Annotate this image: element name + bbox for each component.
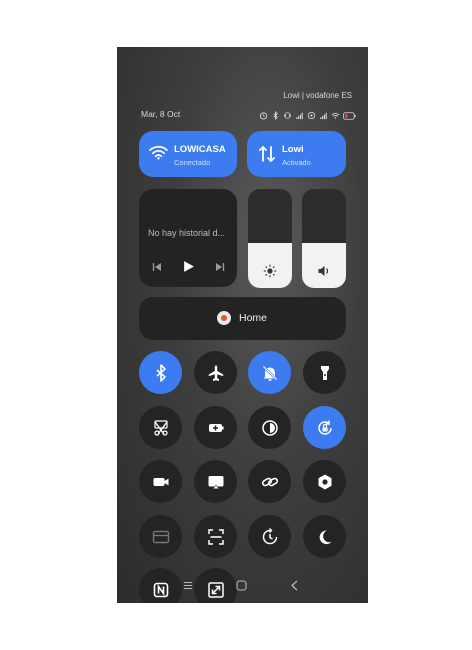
battery-saver-toggle[interactable] xyxy=(194,406,237,449)
airplane-toggle[interactable] xyxy=(194,351,237,394)
airplane-icon xyxy=(208,365,223,381)
settings-toggle[interactable] xyxy=(303,460,346,503)
flashlight-icon xyxy=(320,365,329,380)
settings-icon xyxy=(318,474,331,489)
card-toggle[interactable] xyxy=(139,515,182,558)
date-label: Mar, 8 Oct xyxy=(141,109,181,119)
video-icon xyxy=(153,477,168,486)
bluetooth-status-icon xyxy=(271,107,280,121)
home-label: Home xyxy=(239,312,268,324)
screenshot-icon xyxy=(153,419,168,436)
sync-toggle[interactable] xyxy=(248,515,291,558)
cast-toggle[interactable] xyxy=(194,460,237,503)
silent-toggle[interactable] xyxy=(248,351,291,394)
hotspot-icon xyxy=(307,107,316,120)
battery-saver-icon xyxy=(208,423,224,432)
home-nav-icon[interactable] xyxy=(236,580,247,591)
night-mode-icon xyxy=(319,529,331,544)
screenshot-toggle[interactable] xyxy=(139,406,182,449)
signal-icon xyxy=(319,107,328,120)
brightness-slider[interactable] xyxy=(248,189,292,288)
rotation-lock-toggle[interactable] xyxy=(303,406,346,449)
wifi-icon xyxy=(149,145,168,160)
signal-icon xyxy=(295,107,304,120)
dark-contrast-toggle[interactable] xyxy=(248,406,291,449)
sun-icon xyxy=(263,264,277,278)
bluetooth-toggle[interactable] xyxy=(139,351,182,394)
volume-slider[interactable] xyxy=(302,189,346,288)
home-tile[interactable]: Home xyxy=(139,297,346,340)
back-icon[interactable] xyxy=(290,580,299,591)
silent-icon xyxy=(262,365,277,381)
cast-icon xyxy=(208,475,223,488)
control-center-screen: Lowi | vodafone ES Mar, 8 Oct LOWICASA C… xyxy=(117,47,368,603)
battery-icon xyxy=(343,107,356,120)
dark-contrast-icon xyxy=(261,419,278,436)
card-icon xyxy=(152,530,169,543)
flashlight-toggle[interactable] xyxy=(303,351,346,394)
scan-toggle[interactable] xyxy=(194,515,237,558)
data-status-text: Activado xyxy=(282,158,311,167)
link-toggle[interactable] xyxy=(248,460,291,503)
video-toggle[interactable] xyxy=(139,460,182,503)
media-status-text: No hay historial d... xyxy=(148,228,226,238)
status-icons xyxy=(259,107,356,121)
scan-icon xyxy=(207,528,224,545)
bluetooth-icon xyxy=(155,363,166,382)
vibrate-icon xyxy=(283,107,292,119)
mobile-data-icon xyxy=(259,146,275,162)
play-icon[interactable] xyxy=(182,260,195,273)
wifi-status-icon xyxy=(331,107,340,119)
night-mode-toggle[interactable] xyxy=(303,515,346,558)
menu-icon[interactable] xyxy=(183,581,193,590)
rotation-lock-icon xyxy=(317,420,332,435)
wifi-tile[interactable]: LOWICASA Conectado xyxy=(139,131,237,177)
volume-icon xyxy=(318,266,329,276)
next-icon[interactable] xyxy=(215,262,225,272)
previous-icon[interactable] xyxy=(152,262,162,272)
mobile-data-tile[interactable]: Lowi Activado xyxy=(247,131,346,177)
media-player-tile[interactable]: No hay historial d... xyxy=(139,189,237,287)
carrier-label: Lowi | vodafone ES xyxy=(283,91,352,100)
wifi-status-text: Conectado xyxy=(174,158,211,167)
navigation-bar xyxy=(117,573,368,603)
sync-icon xyxy=(262,527,277,544)
carrier-name: Lowi xyxy=(282,144,304,155)
wifi-network-name: LOWICASA xyxy=(174,144,226,155)
home-app-icon xyxy=(217,311,231,325)
alarm-icon xyxy=(259,107,268,120)
link-icon xyxy=(261,477,278,486)
